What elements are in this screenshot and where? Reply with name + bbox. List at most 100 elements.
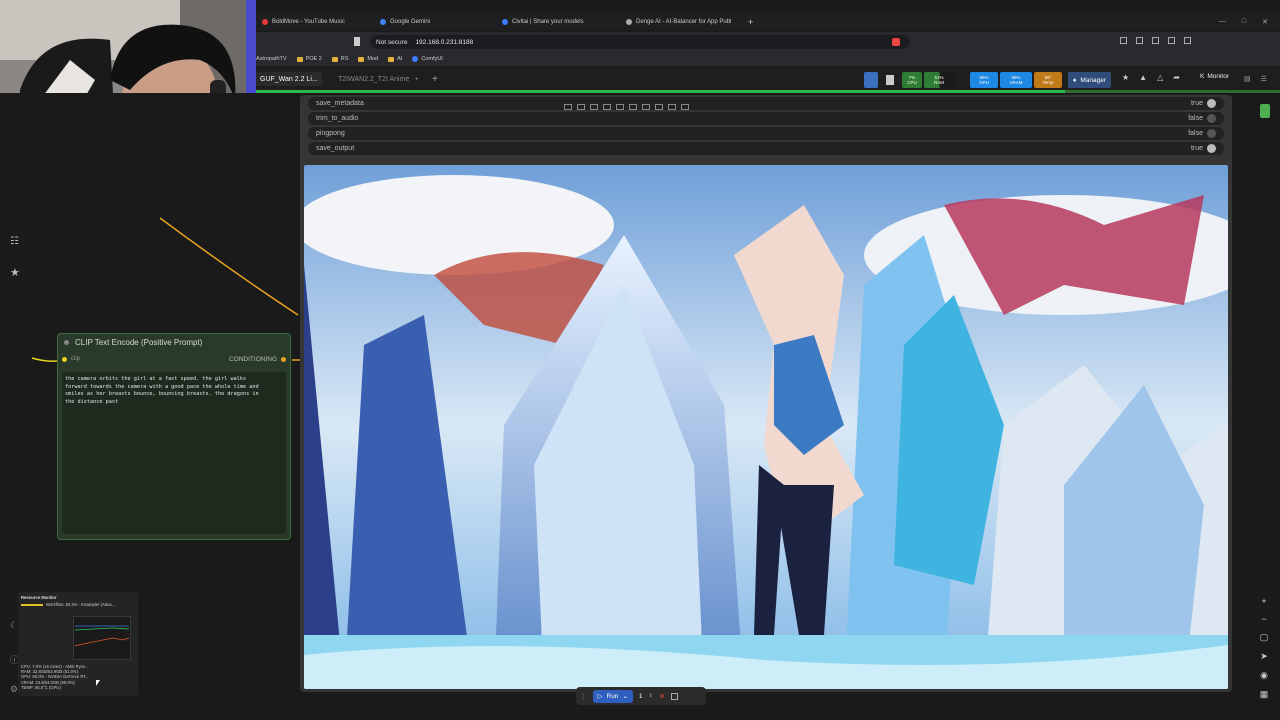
align-icon[interactable] (642, 104, 650, 110)
close-icon[interactable]: ✕ (1262, 18, 1268, 26)
resource-monitor-panel[interactable]: Resource Monitor Workflow: 83.3% - KSamp… (18, 592, 138, 696)
toggle[interactable]: true (1191, 99, 1216, 108)
extensions-icon[interactable] (1120, 37, 1127, 44)
wallet-icon[interactable] (1168, 37, 1175, 44)
bookmark-icon[interactable] (354, 37, 360, 46)
align-icon[interactable] (603, 104, 611, 110)
sidebar-icon[interactable] (1152, 37, 1159, 44)
align-icon[interactable] (681, 104, 689, 110)
run-button[interactable]: ▷ Run ⌄ (592, 689, 633, 703)
prompt-textarea[interactable]: the camera orbits the girl at a fast spe… (62, 372, 286, 534)
folder-icon (331, 56, 338, 62)
folder-icon (358, 56, 365, 62)
widget-pingpong[interactable]: pingpong false (308, 127, 1224, 140)
zoom-out-icon[interactable]: − (1261, 614, 1266, 624)
toggle[interactable]: false (1188, 129, 1216, 138)
bookmark-item[interactable]: AI (388, 56, 402, 62)
zoom-in-icon[interactable]: + (1261, 596, 1266, 606)
widget-save-metadata[interactable]: save_metadata true (308, 97, 1224, 110)
workflow-tab[interactable]: T2IWAN2.2_T2I Anime • (334, 72, 422, 86)
not-secure-label[interactable]: Not secure (376, 39, 407, 46)
align-icon[interactable] (668, 104, 676, 110)
collapse-dot-icon[interactable] (64, 340, 69, 345)
tab-label: BoldMove - YouTube Music (272, 18, 345, 25)
favorites-star-icon[interactable]: ★ (10, 266, 20, 279)
node-library-icon[interactable]: ☷ (10, 236, 19, 247)
alert-icon[interactable]: ▲ (1139, 73, 1147, 82)
maximize-icon[interactable]: □ (1242, 18, 1246, 25)
widget-trim-to-audio[interactable]: trim_to_audio false (308, 112, 1224, 125)
monitor-button[interactable]: K Monitor (1200, 73, 1229, 80)
ram-meter: 51% RAM (924, 72, 954, 88)
bookmark-item[interactable]: AstropathTV (256, 56, 287, 62)
share-icon[interactable]: ➦ (1173, 73, 1180, 82)
gpu-line: GPU: 85.0% - NVIDIA GeForce RT... (21, 674, 89, 680)
browser-tab[interactable]: Civitai | Share your models (496, 13, 584, 30)
toggle[interactable]: true (1191, 144, 1216, 153)
browser-tab[interactable]: Denge AI - AI-Balancer for App Publ (620, 13, 731, 30)
mouse-cursor (96, 680, 100, 686)
conditioning-output-slot[interactable]: CONDITIONING (229, 356, 286, 363)
play-icon: ▷ (597, 693, 603, 700)
preview-image (304, 165, 1228, 689)
address-field[interactable]: Not secure 192.168.0.231:8188 (370, 35, 910, 49)
hamburger-icon[interactable]: ☰ (1261, 75, 1267, 83)
cpu-meter: 7% CPU (902, 72, 922, 88)
workflow-tab-active[interactable]: GUF_Wan 2.2 Li... (256, 72, 322, 86)
drag-handle-icon[interactable]: ⋮ (580, 692, 587, 700)
bookmark-item[interactable]: Mod (358, 56, 378, 62)
menu-icon[interactable] (1184, 37, 1191, 44)
align-icon[interactable] (629, 104, 637, 110)
stepper-icon[interactable]: ⇕ (649, 693, 653, 699)
add-workflow-tab-button[interactable]: + (428, 72, 442, 86)
warning-icon[interactable]: △ (1157, 73, 1163, 82)
bookmark-workflow-icon[interactable] (886, 75, 894, 85)
toggle[interactable]: false (1188, 114, 1216, 123)
toolbar-icons: ★ ▲ △ ➦ (1122, 73, 1180, 82)
node-header[interactable]: CLIP Text Encode (Positive Prompt) (58, 334, 290, 351)
clip-text-encode-node[interactable]: CLIP Text Encode (Positive Prompt) clip … (57, 333, 291, 540)
brave-shield-icon[interactable] (892, 38, 900, 46)
batch-count-input[interactable]: 1 (639, 693, 643, 700)
queue-icon[interactable] (864, 72, 878, 88)
select-tool-icon[interactable]: ➤ (1260, 651, 1268, 662)
widget-save-output[interactable]: save_output true (308, 142, 1224, 155)
align-icon[interactable] (577, 104, 585, 110)
browser-tab[interactable]: Google Gemini (374, 13, 430, 30)
downloads-icon[interactable] (1136, 37, 1143, 44)
bookmark-item[interactable]: POE 2 (296, 56, 322, 62)
align-icon[interactable] (655, 104, 663, 110)
workflow-progress-text: Workflow: 83.3% - KSampler (Adva... (46, 602, 116, 607)
puzzle-icon: ♦ (1073, 76, 1077, 84)
android-icon[interactable] (1260, 104, 1270, 118)
fit-view-icon[interactable]: ▢ (1260, 632, 1269, 643)
settings-gear-icon[interactable]: ⚙ (10, 684, 18, 695)
video-preview[interactable] (304, 165, 1228, 689)
bookmark-label: Mod (367, 56, 379, 62)
browser-tab[interactable]: BoldMove - YouTube Music (256, 13, 345, 30)
minimize-icon[interactable]: — (1219, 18, 1226, 25)
folder-icon (296, 56, 303, 62)
theme-moon-icon[interactable]: ☾ (10, 620, 18, 631)
manager-button[interactable]: ♦ Manager (1068, 72, 1111, 88)
toggle-value: false (1188, 115, 1203, 122)
star-icon[interactable]: ★ (1122, 73, 1129, 82)
new-tab-button[interactable]: + (742, 13, 753, 30)
cancel-x-icon[interactable]: ✕ (659, 692, 666, 701)
output-label: CONDITIONING (228, 356, 277, 363)
plus-icon: + (748, 16, 754, 27)
bookmark-label: AstropathTV (256, 56, 287, 62)
minimap-icon[interactable]: ▦ (1260, 689, 1269, 700)
bookmark-item[interactable]: RS (331, 56, 348, 62)
bookmark-item[interactable]: ComfyUI (412, 56, 443, 62)
align-icon[interactable] (564, 104, 572, 110)
align-icon[interactable] (616, 104, 624, 110)
toggle-knob (1207, 114, 1216, 123)
clip-input-slot[interactable]: clip (62, 356, 80, 362)
stop-icon[interactable] (671, 692, 679, 700)
wire (159, 217, 299, 316)
align-icon[interactable] (590, 104, 598, 110)
panel-toggle-icon[interactable]: ▤ (1244, 75, 1251, 83)
visibility-eye-icon[interactable]: ◉ (1260, 670, 1268, 681)
url-text[interactable]: 192.168.0.231:8188 (415, 39, 473, 46)
